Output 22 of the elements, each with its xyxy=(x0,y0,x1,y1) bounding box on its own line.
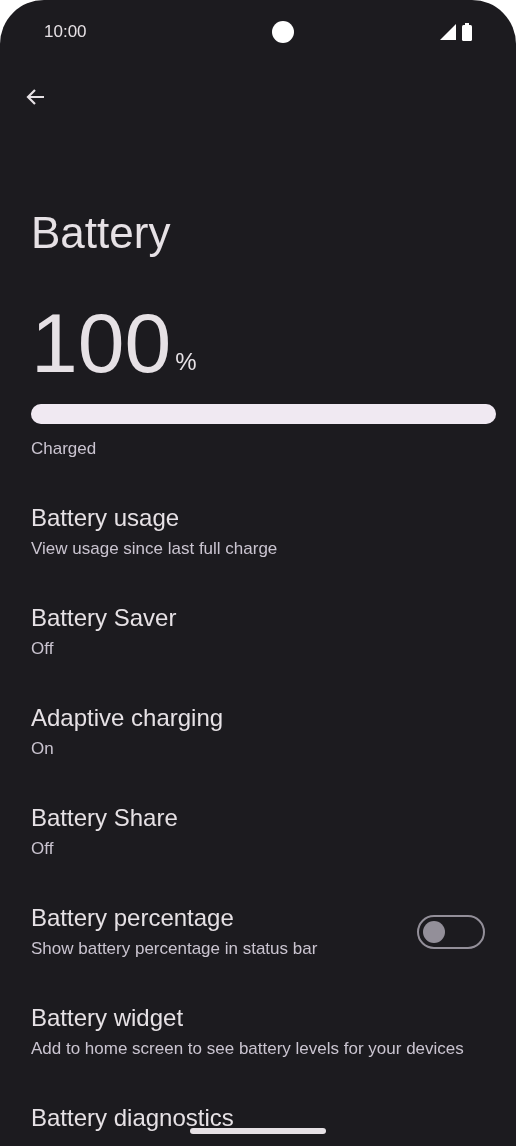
setting-title[interactable]: Battery Saver xyxy=(31,603,177,633)
toggle-switch[interactable] xyxy=(417,914,485,949)
setting-summary: On xyxy=(31,738,55,760)
battery-icon xyxy=(462,23,472,41)
setting-title[interactable]: Battery Share xyxy=(31,803,178,833)
setting-title[interactable]: Battery widget xyxy=(31,1003,464,1033)
setting-summary: View usage since last full charge xyxy=(31,538,278,560)
percent-unit: % xyxy=(175,347,197,377)
status-time: 10:00 xyxy=(44,21,87,44)
page-title: Battery xyxy=(31,207,172,259)
setting-summary: Off xyxy=(31,638,55,660)
setting-summary: Show battery percentage in status bar xyxy=(31,938,318,960)
setting-summary: Off xyxy=(31,838,55,860)
camera-hole-icon xyxy=(272,21,295,43)
battery-status: Charged xyxy=(31,438,98,460)
setting-summary: Add to home screen to see battery levels for your devices xyxy=(31,1038,464,1060)
setting-title[interactable]: Battery usage xyxy=(31,503,278,533)
setting-title[interactable]: Battery diagnostics xyxy=(31,1103,234,1133)
setting-title[interactable]: Battery percentage xyxy=(31,903,318,933)
battery-percent: 100 xyxy=(31,301,172,385)
setting-title[interactable]: Adaptive charging xyxy=(31,703,224,733)
signal-icon xyxy=(440,24,456,40)
